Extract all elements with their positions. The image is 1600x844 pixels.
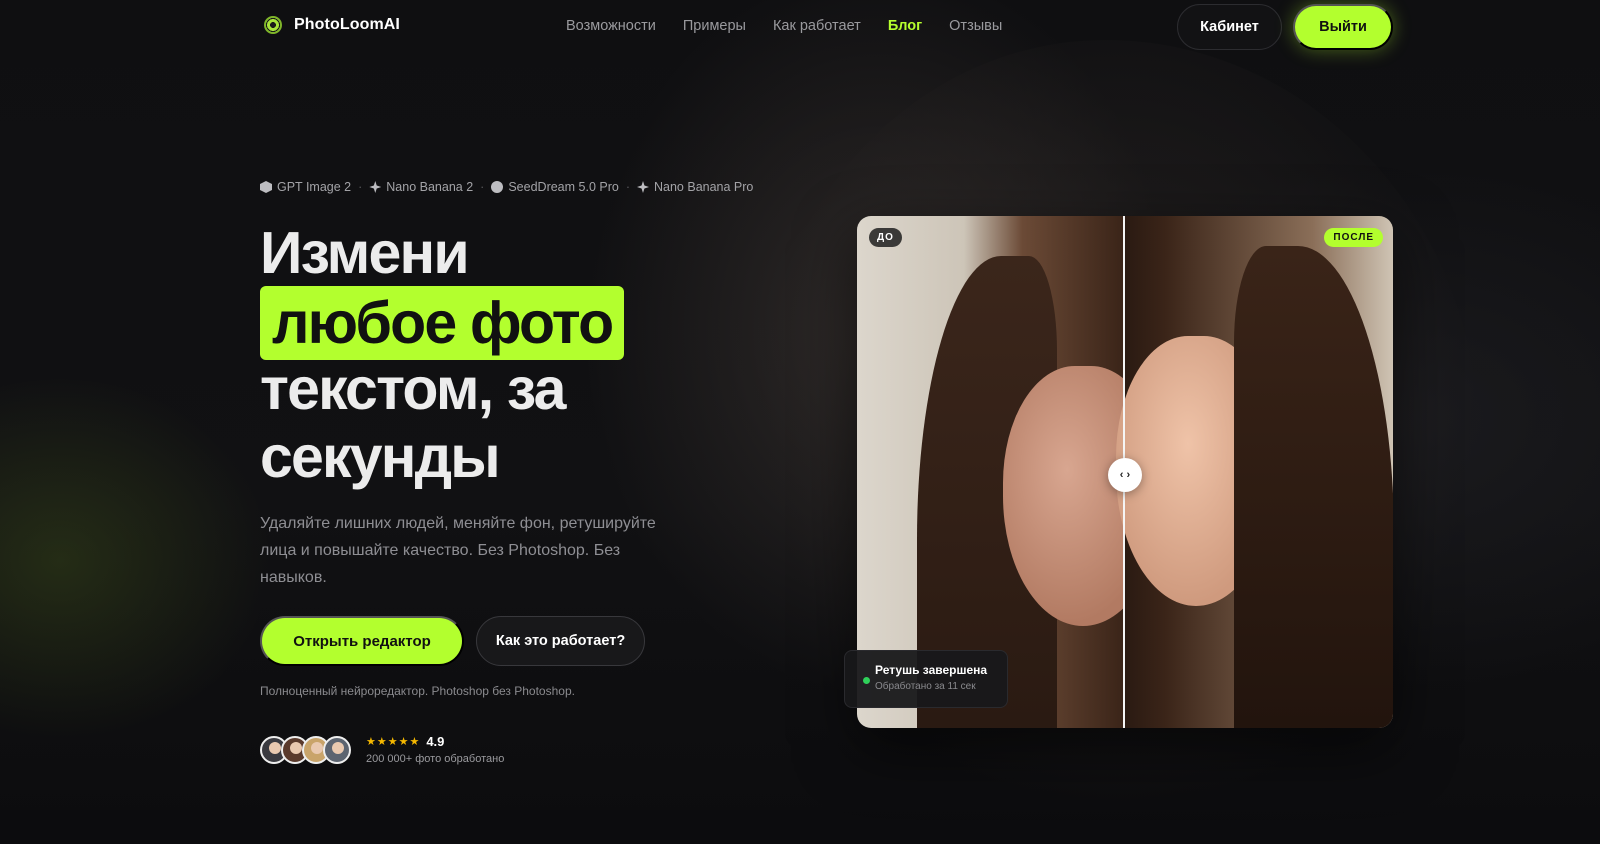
model-label: SeedDream 5.0 Pro: [508, 180, 619, 194]
model-item: GPT Image 2: [260, 180, 351, 194]
how-it-works-button[interactable]: Как это работает?: [476, 616, 645, 666]
headline-line: текстом, за: [260, 356, 566, 422]
slider-handle-icon[interactable]: ‹ ›: [1108, 458, 1142, 492]
sparkle-icon: [369, 181, 382, 193]
nav-links: Возможности Примеры Как работает Блог От…: [566, 18, 1002, 34]
model-item: Nano Banana 2: [369, 180, 473, 194]
rating-score: 4.9: [426, 734, 445, 749]
model-label: Nano Banana 2: [386, 180, 474, 194]
logo[interactable]: PhotoLoomAI: [264, 16, 400, 34]
model-item: Nano Banana Pro: [637, 180, 753, 194]
model-label: Nano Banana Pro: [654, 180, 754, 194]
before-badge: ДО: [869, 228, 902, 247]
circle-icon: [491, 181, 504, 193]
brand-name: PhotoLoomAI: [294, 16, 400, 33]
rating-block: ★★★★★ 4.9 200 000+ фото обработано: [366, 734, 504, 765]
star-rating-icon: ★★★★★: [366, 736, 421, 748]
top-nav: PhotoLoomAI Возможности Примеры Как рабо…: [0, 0, 1600, 56]
status-dot-icon: [863, 677, 870, 684]
nav-link-reviews[interactable]: Отзывы: [949, 18, 1002, 34]
after-image: [1116, 216, 1393, 728]
model-item: SeedDream 5.0 Pro: [491, 180, 619, 194]
model-list: GPT Image 2 · Nano Banana 2 · SeedDream …: [260, 180, 753, 194]
open-editor-button[interactable]: Открыть редактор: [260, 616, 464, 666]
status-toast: Ретушь завершена Обработано за 11 сек: [844, 650, 1008, 708]
model-separator: ·: [625, 180, 630, 194]
model-separator: ·: [480, 180, 485, 194]
headline-highlight-line: любое фото: [260, 286, 625, 360]
hero-headline: Измени любое фото текстом, за секунды: [260, 220, 625, 492]
toast-subtitle: Обработано за 11 сек: [875, 681, 976, 692]
nav-link-examples[interactable]: Примеры: [683, 18, 746, 34]
avatar-group: [260, 735, 351, 764]
headline-line: Измени: [260, 220, 470, 286]
hero-tagline: Полноценный нейроредактор. Photoshop без…: [260, 684, 575, 698]
cabinet-button[interactable]: Кабинет: [1177, 4, 1282, 50]
nav-link-how-it-works[interactable]: Как работает: [773, 18, 861, 34]
after-badge: ПОСЛЕ: [1324, 228, 1383, 247]
headline-line: секунды: [260, 424, 501, 490]
model-separator: ·: [358, 180, 363, 194]
hero-subtitle: Удаляйте лишних людей, меняйте фон, рету…: [260, 515, 656, 586]
social-proof: ★★★★★ 4.9 200 000+ фото обработано: [260, 734, 504, 765]
processed-count: 200 000+ фото обработано: [366, 753, 505, 765]
hexagon-icon: [260, 181, 272, 193]
logout-button[interactable]: Выйти: [1293, 4, 1393, 50]
aperture-icon: [264, 16, 282, 34]
headline-highlight: любое фото: [260, 286, 625, 360]
sparkle-icon: [637, 181, 649, 193]
avatar: [323, 735, 351, 764]
nav-link-features[interactable]: Возможности: [566, 18, 656, 34]
nav-link-blog[interactable]: Блог: [888, 18, 922, 34]
model-label: GPT Image 2: [277, 180, 352, 194]
toast-title: Ретушь завершена: [875, 663, 988, 677]
